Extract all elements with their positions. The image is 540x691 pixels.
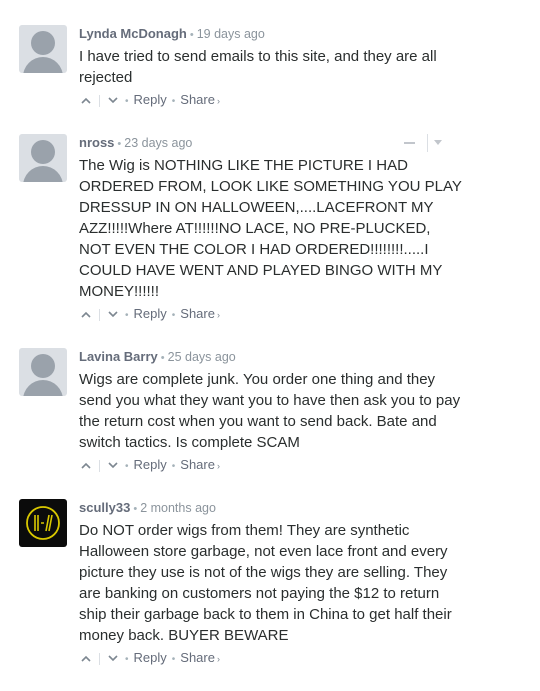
chevron-down-icon xyxy=(108,97,118,104)
comment-text: I have tried to send emails to this site… xyxy=(79,48,437,86)
chevron-up-icon xyxy=(81,655,91,662)
timestamp[interactable]: 2 months ago xyxy=(140,501,216,515)
avatar[interactable] xyxy=(19,134,67,182)
chevron-right-icon: › xyxy=(216,654,220,664)
comment-text: Do NOT order wigs from them! They are sy… xyxy=(79,522,452,644)
comment-meta: scully33 • 2 months ago xyxy=(79,500,216,515)
chevron-up-icon xyxy=(81,462,91,469)
comment-meta: Lynda McDonagh • 19 days ago xyxy=(79,26,265,41)
downvote-button[interactable] xyxy=(106,92,120,108)
comment-text: The Wig is NOTHING LIKE THE PICTURE I HA… xyxy=(79,157,462,300)
timestamp[interactable]: 19 days ago xyxy=(197,27,265,41)
chevron-down-icon xyxy=(108,311,118,318)
avatar[interactable] xyxy=(19,25,67,73)
comment-meta: nross • 23 days ago xyxy=(79,135,193,150)
caret-down-icon[interactable] xyxy=(434,140,442,145)
comment-actions: • Reply • Share › xyxy=(79,650,220,666)
avatar[interactable] xyxy=(19,499,67,547)
comment-body: I have tried to send emails to this site… xyxy=(79,46,464,88)
author-name[interactable]: scully33 xyxy=(79,500,130,515)
chevron-right-icon: › xyxy=(216,310,220,320)
timestamp[interactable]: 23 days ago xyxy=(124,136,192,150)
avatar[interactable] xyxy=(19,348,67,396)
author-name[interactable]: Lynda McDonagh xyxy=(79,26,187,41)
chevron-right-icon: › xyxy=(216,96,220,106)
collapse-icon[interactable] xyxy=(404,142,415,144)
share-button[interactable]: Share › xyxy=(180,306,220,321)
downvote-button[interactable] xyxy=(106,650,120,666)
reply-button[interactable]: Reply xyxy=(134,306,167,321)
user-silhouette-icon xyxy=(31,354,55,378)
chevron-up-icon xyxy=(81,311,91,318)
chevron-down-icon xyxy=(108,655,118,662)
comment-meta: Lavina Barry • 25 days ago xyxy=(79,349,236,364)
chevron-right-icon: › xyxy=(216,461,220,471)
downvote-button[interactable] xyxy=(106,306,120,322)
comment-body: The Wig is NOTHING LIKE THE PICTURE I HA… xyxy=(79,155,464,302)
timestamp[interactable]: 25 days ago xyxy=(168,350,236,364)
reply-button[interactable]: Reply xyxy=(134,457,167,472)
comment-actions: • Reply • Share › xyxy=(79,306,220,322)
comment-body: Do NOT order wigs from them! They are sy… xyxy=(79,520,464,646)
share-button[interactable]: Share › xyxy=(180,650,220,665)
comment-actions: • Reply • Share › xyxy=(79,92,220,108)
author-name[interactable]: nross xyxy=(79,135,114,150)
share-button[interactable]: Share › xyxy=(180,92,220,107)
chevron-down-icon xyxy=(108,462,118,469)
share-button[interactable]: Share › xyxy=(180,457,220,472)
comment-text: Wigs are complete junk. You order one th… xyxy=(79,371,461,451)
chevron-up-icon xyxy=(81,97,91,104)
comment-thread: Lynda McDonagh • 19 days ago I have tried … xyxy=(0,0,540,691)
upvote-button[interactable] xyxy=(79,457,93,473)
comment-body: Wigs are complete junk. You order one th… xyxy=(79,369,464,453)
upvote-button[interactable] xyxy=(79,92,93,108)
upvote-button[interactable] xyxy=(79,650,93,666)
downvote-button[interactable] xyxy=(106,457,120,473)
user-silhouette-icon xyxy=(31,31,55,55)
user-silhouette-icon xyxy=(31,140,55,164)
reply-button[interactable]: Reply xyxy=(134,650,167,665)
upvote-button[interactable] xyxy=(79,306,93,322)
comment-actions: • Reply • Share › xyxy=(79,457,220,473)
band-logo-icon xyxy=(26,506,60,540)
author-name[interactable]: Lavina Barry xyxy=(79,349,158,364)
reply-button[interactable]: Reply xyxy=(134,92,167,107)
